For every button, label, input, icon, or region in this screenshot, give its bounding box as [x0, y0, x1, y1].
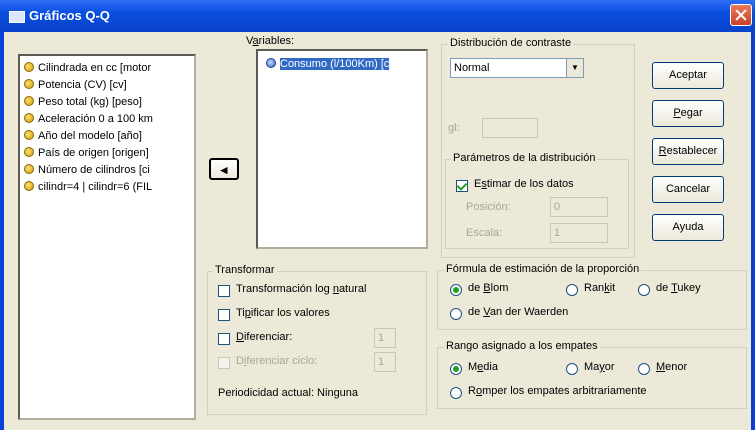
- cancel-button[interactable]: Cancelar: [652, 176, 724, 203]
- variables-label: Variables:: [246, 35, 295, 47]
- close-button[interactable]: [730, 4, 752, 26]
- position-input[interactable]: 0: [550, 197, 608, 217]
- difference-input[interactable]: 1: [374, 328, 396, 348]
- dialog-body: Cilindrada en cc [motor Potencia (CV) [c…: [4, 32, 751, 430]
- position-label: Posición:: [466, 201, 511, 213]
- window-title: Gráficos Q-Q: [29, 8, 110, 23]
- scale-variable-icon: [24, 181, 34, 191]
- ok-button[interactable]: Aceptar: [652, 62, 724, 89]
- df-label: gl:: [448, 122, 460, 134]
- distribution-group-label: Distribución de contraste: [448, 37, 574, 49]
- mean-rank-label: Media: [468, 361, 498, 373]
- seasonal-difference-input[interactable]: 1: [374, 352, 396, 372]
- blom-label: de Blom: [468, 282, 509, 294]
- rankit-radio[interactable]: [566, 284, 578, 296]
- dialog-window: Gráficos Q-Q Cilindrada en cc [motor Pot…: [0, 0, 755, 430]
- estimate-from-data-checkbox[interactable]: [456, 180, 468, 192]
- van-der-waerden-label: de Van der Waerden: [468, 306, 569, 318]
- scale-variable-icon: [24, 113, 34, 123]
- formula-group-label: Fórmula de estimación de la proporción: [444, 263, 642, 275]
- paste-button[interactable]: Pegar: [652, 100, 724, 127]
- van-der-waerden-radio[interactable]: [450, 308, 462, 320]
- tukey-radio[interactable]: [638, 284, 650, 296]
- scale-input[interactable]: 1: [550, 223, 608, 243]
- distribution-select[interactable]: Normal ▼: [450, 58, 584, 78]
- rankit-label: Rankit: [584, 282, 616, 294]
- arrow-left-icon: ◂: [220, 162, 228, 177]
- scale-variable-icon: [24, 79, 34, 89]
- estimate-from-data-label: Estimar de los datos: [474, 178, 574, 190]
- scale-variable-icon: [24, 130, 34, 140]
- formula-group: [437, 270, 747, 330]
- list-item[interactable]: Cilindrada en cc [motor: [24, 60, 151, 76]
- parameters-group-label: Parámetros de la distribución: [451, 152, 598, 164]
- tukey-label: de Tukey: [656, 282, 701, 294]
- list-item[interactable]: Aceleración 0 a 100 km: [24, 111, 153, 127]
- difference-checkbox[interactable]: [218, 333, 230, 345]
- list-item[interactable]: Potencia (CV) [cv]: [24, 77, 127, 93]
- help-button[interactable]: Ayuda: [652, 214, 724, 241]
- scale-variable-icon: [24, 96, 34, 106]
- list-item[interactable]: País de origen [origen]: [24, 145, 149, 161]
- seasonal-difference-checkbox[interactable]: [218, 357, 230, 369]
- list-item[interactable]: Consumo (l/100Km) [c: [266, 56, 390, 72]
- df-input[interactable]: [482, 118, 538, 138]
- ties-group: [437, 347, 747, 409]
- transform-group-label: Transformar: [213, 264, 277, 276]
- scale-label: Escala:: [466, 227, 503, 239]
- current-periodicity: Periodicidad actual: Ninguna: [218, 387, 359, 399]
- scale-variable-icon: [266, 58, 276, 68]
- standardize-checkbox[interactable]: [218, 309, 230, 321]
- max-rank-label: Mayor: [584, 361, 615, 373]
- scale-variable-icon: [24, 164, 34, 174]
- list-item[interactable]: Año del modelo [año]: [24, 128, 142, 144]
- seasonal-difference-label: Diferenciar ciclo:: [236, 355, 318, 367]
- difference-label: Diferenciar:: [236, 331, 293, 343]
- break-ties-radio[interactable]: [450, 387, 462, 399]
- scale-variable-icon: [24, 62, 34, 72]
- ties-group-label: Rango asignado a los empates: [444, 340, 600, 352]
- title-bar[interactable]: Gráficos Q-Q: [0, 0, 755, 32]
- standardize-label: Tipificar los valores: [236, 307, 330, 319]
- max-rank-radio[interactable]: [566, 363, 578, 375]
- chevron-down-icon[interactable]: ▼: [566, 59, 583, 77]
- list-item[interactable]: cilindr=4 | cilindr=6 (FIL: [24, 179, 152, 195]
- mean-rank-radio[interactable]: [450, 363, 462, 375]
- reset-button[interactable]: Restablecer: [652, 138, 724, 165]
- natural-log-label: Transformación log natural: [236, 283, 367, 295]
- scale-variable-icon: [24, 147, 34, 157]
- break-ties-label: Romper los empates arbitrariamente: [468, 385, 647, 397]
- list-item[interactable]: Peso total (kg) [peso]: [24, 94, 142, 110]
- move-variable-button[interactable]: ◂: [209, 158, 239, 180]
- source-variable-list[interactable]: Cilindrada en cc [motor Potencia (CV) [c…: [18, 54, 196, 420]
- list-item[interactable]: Número de cilindros [ci: [24, 162, 150, 178]
- window-icon: [9, 11, 25, 23]
- min-rank-radio[interactable]: [638, 363, 650, 375]
- blom-radio[interactable]: [450, 284, 462, 296]
- natural-log-checkbox[interactable]: [218, 285, 230, 297]
- variables-list[interactable]: Consumo (l/100Km) [c: [256, 49, 428, 249]
- min-rank-label: Menor: [656, 361, 688, 373]
